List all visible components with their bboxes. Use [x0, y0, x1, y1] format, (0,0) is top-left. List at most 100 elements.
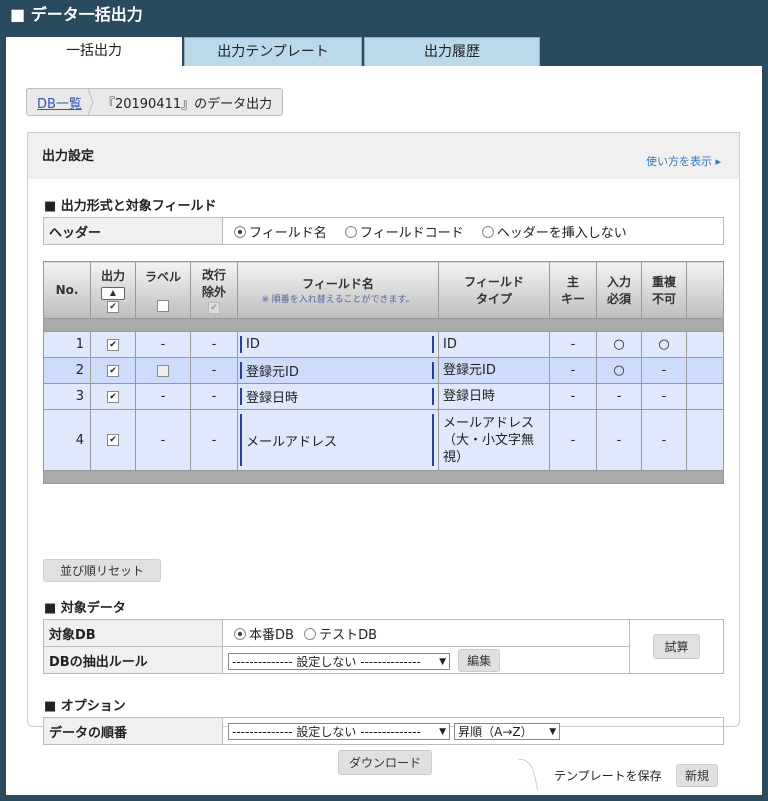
- section-target-title: ■ 対象データ: [44, 601, 126, 616]
- drag-handle-right: [432, 414, 434, 466]
- drag-handle-left: [240, 336, 242, 353]
- field-grid: No. 出力 ▲ ✔ ラベル 改行 除外 ✔ フィールド名 ※ 順番を入れ替える…: [43, 261, 724, 484]
- col-primary-label-2: キー: [560, 292, 585, 306]
- row-field-type: 登録元ID: [438, 357, 550, 384]
- col-unique-label-2: 不可: [651, 292, 676, 306]
- table-row[interactable]: 2 ✔ - 登録元ID 登録元ID - ○ -: [43, 357, 724, 384]
- header-options: フィールド名 フィールドコード ヘッダーを挿入しない: [222, 217, 724, 245]
- row-field-name-cell[interactable]: メールアドレス: [237, 409, 439, 471]
- row-newline: -: [190, 357, 238, 384]
- output-settings-title: 出力設定: [42, 149, 95, 164]
- row-output-cell: ✔: [90, 331, 136, 358]
- breadcrumb-db-list-link[interactable]: DB一覧: [27, 93, 90, 112]
- tab-export-history[interactable]: 出力履歴: [364, 37, 540, 67]
- col-field-type-label-2: タイプ: [475, 292, 512, 306]
- table-row[interactable]: 3 ✔ - - 登録日時 登録日時 - - -: [43, 383, 724, 410]
- breadcrumb: DB一覧 『20190411』のデータ出力: [26, 88, 284, 116]
- drag-handle-right: [432, 362, 434, 379]
- radio-production-db-label: 本番DB: [249, 627, 294, 643]
- row-output-cell: ✔: [90, 383, 136, 410]
- row-output-checkbox[interactable]: ✔: [107, 364, 119, 377]
- edit-rule-button[interactable]: 編集: [458, 648, 501, 672]
- row-field-name-cell[interactable]: 登録日時: [237, 383, 439, 410]
- dropdown-arrow-icon: ▼: [439, 726, 446, 737]
- data-order-cell: -------------- 設定しない -------------- ▼ 昇順（…: [222, 717, 724, 745]
- col-label: ラベル: [135, 261, 191, 319]
- row-field-name-cell[interactable]: 登録元ID: [237, 357, 439, 384]
- save-template-label: テンプレートを保存: [554, 769, 662, 783]
- grid-spacer-top: [43, 318, 724, 332]
- row-label: -: [135, 331, 191, 358]
- row-output-checkbox[interactable]: ✔: [107, 434, 119, 446]
- row-unique: -: [641, 409, 687, 471]
- row-primary: -: [549, 409, 597, 471]
- save-template-bar: テンプレートを保存 新規: [518, 759, 741, 791]
- row-field-name: ID: [246, 337, 260, 352]
- trial-cell: 試算: [629, 619, 724, 674]
- row-extra: [686, 331, 724, 358]
- col-unique-label-1: 重複: [651, 275, 676, 289]
- data-order-label: データの順番: [43, 717, 223, 745]
- col-extra: [686, 261, 724, 319]
- tab-bulk-export[interactable]: 一括出力: [6, 37, 182, 67]
- drag-handle-left: [240, 362, 242, 379]
- row-field-name-cell[interactable]: ID: [237, 331, 439, 358]
- col-output-label: 出力: [100, 268, 125, 283]
- row-output-checkbox[interactable]: ✔: [107, 338, 119, 351]
- section-format-title: ■ 出力形式と対象フィールド: [44, 199, 217, 214]
- tab-export-template[interactable]: 出力テンプレート: [184, 37, 362, 67]
- output-settings-header: 出力設定 使い方を表示 ▸: [28, 133, 739, 179]
- row-unique: ○: [641, 331, 687, 358]
- table-row[interactable]: 1 ✔ - - ID ID - ○ ○: [43, 331, 724, 358]
- extract-rule-select[interactable]: -------------- 設定しない -------------- ▼: [228, 652, 450, 670]
- dropdown-arrow-icon: ▼: [549, 726, 557, 737]
- radio-test-db[interactable]: [304, 627, 317, 640]
- row-extra: [686, 409, 724, 471]
- new-template-button[interactable]: 新規: [676, 764, 719, 787]
- output-all-checkbox[interactable]: ✔: [107, 301, 119, 313]
- drag-handle-right: [432, 336, 434, 353]
- trial-button[interactable]: 試算: [653, 634, 700, 659]
- table-row[interactable]: 4 ✔ - - メールアドレス メールアドレス（大・小文字無視） - - -: [43, 409, 724, 471]
- reset-order-button[interactable]: 並び順リセット: [43, 559, 162, 582]
- row-output-cell: ✔: [90, 409, 136, 471]
- option-table: データの順番 -------------- 設定しない ------------…: [43, 717, 724, 745]
- row-label-checkbox[interactable]: [157, 364, 169, 377]
- col-field-type: フィールド タイプ: [438, 261, 550, 319]
- target-db-options: 本番DB テストDB: [222, 619, 630, 647]
- radio-no-header[interactable]: [481, 225, 494, 238]
- radio-field-name-label: フィールド名: [249, 225, 327, 241]
- row-field-name: 登録元ID: [246, 365, 299, 380]
- extract-rule-cell: -------------- 設定しない -------------- ▼ 編集: [222, 646, 630, 674]
- col-newline: 改行 除外 ✔: [190, 261, 238, 319]
- radio-no-header-label: ヘッダーを挿入しない: [496, 225, 627, 241]
- radio-field-code-label: フィールドコード: [359, 225, 464, 241]
- order-direction-select[interactable]: 昇順（A→Z） ▼: [454, 722, 561, 740]
- data-order-select[interactable]: -------------- 設定しない -------------- ▼: [228, 722, 450, 740]
- download-button[interactable]: ダウンロード: [338, 750, 433, 775]
- col-required-label-1: 入力: [606, 275, 631, 289]
- row-output-checkbox[interactable]: ✔: [107, 390, 119, 403]
- row-required: -: [596, 409, 642, 471]
- help-link[interactable]: 使い方を表示 ▸: [646, 153, 721, 169]
- row-label: -: [135, 383, 191, 410]
- col-field-name-hint: ※ 順番を入れ替えることができます。: [261, 295, 415, 305]
- radio-field-name[interactable]: [234, 225, 246, 238]
- row-output-cell: ✔: [90, 357, 136, 384]
- row-primary: -: [549, 331, 597, 358]
- row-unique: -: [641, 383, 687, 410]
- row-primary: -: [549, 383, 597, 410]
- label-all-checkbox[interactable]: [157, 300, 169, 312]
- window-title: ■ データ一括出力: [10, 5, 143, 24]
- row-no: 3: [43, 383, 91, 410]
- col-unique: 重複 不可: [641, 261, 687, 319]
- col-primary-label-1: 主: [566, 275, 579, 289]
- sort-up-icon[interactable]: ▲: [101, 286, 125, 300]
- col-primary: 主 キー: [549, 261, 597, 319]
- col-no: No.: [43, 261, 91, 319]
- radio-field-code[interactable]: [344, 225, 357, 238]
- header-label: ヘッダー: [43, 217, 223, 245]
- radio-production-db[interactable]: [234, 627, 246, 640]
- col-output: 出力 ▲ ✔: [90, 261, 136, 319]
- row-required: ○: [596, 331, 642, 358]
